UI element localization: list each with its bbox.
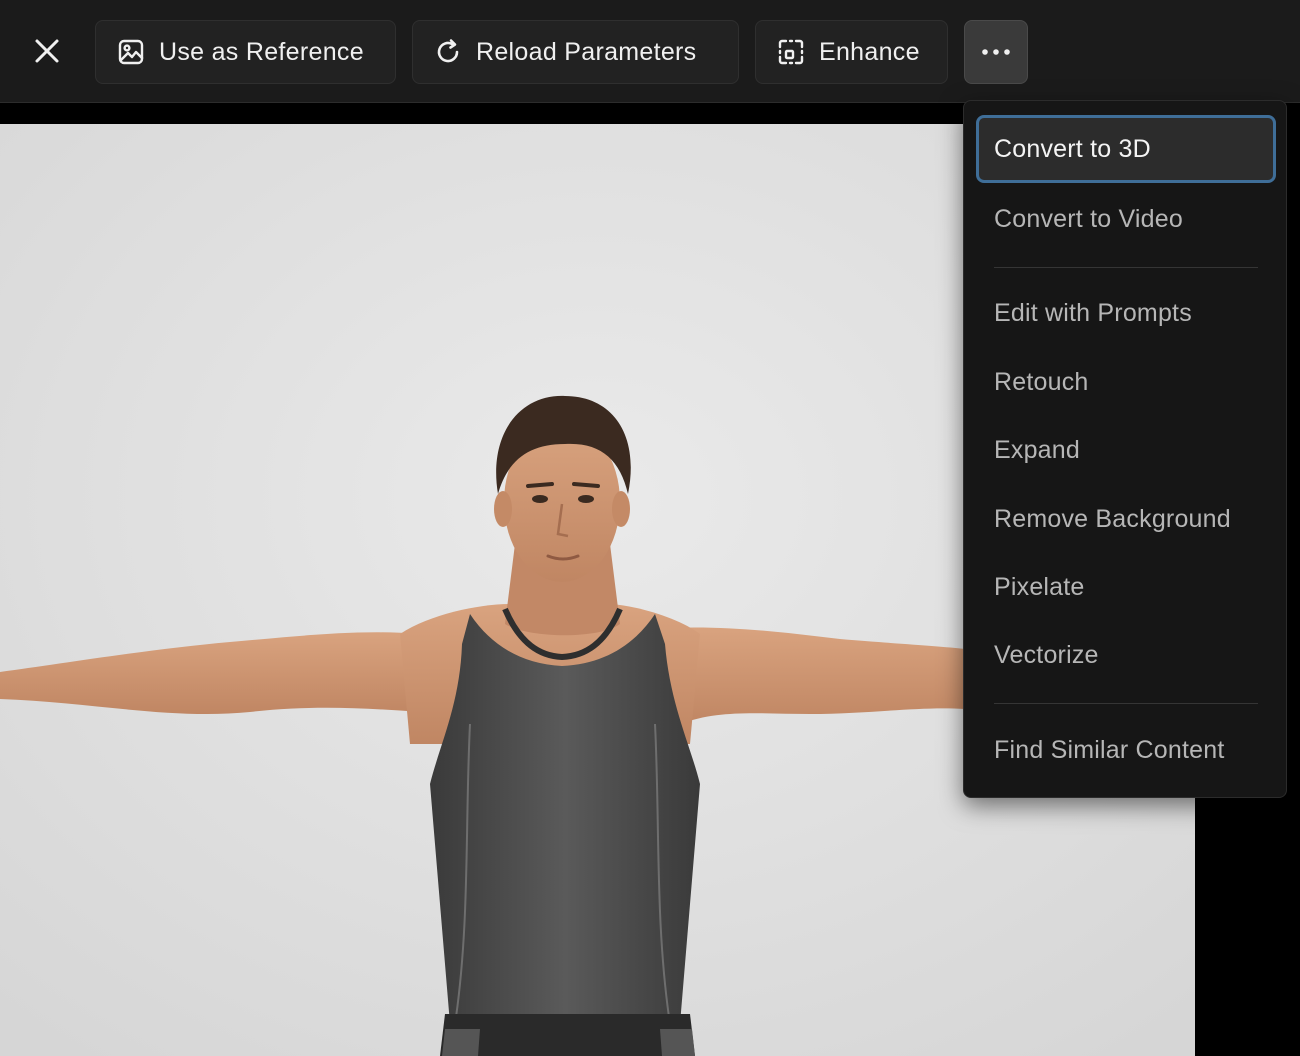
menu-item-label: Convert to 3D: [994, 134, 1151, 163]
image-icon: [116, 37, 146, 67]
use-as-reference-button[interactable]: Use as Reference: [95, 20, 396, 84]
menu-divider: [994, 267, 1258, 268]
menu-item-label: Expand: [994, 435, 1080, 464]
reload-parameters-button[interactable]: Reload Parameters: [412, 20, 739, 84]
enhance-frame-icon: [776, 37, 806, 67]
menu-item-label: Retouch: [994, 367, 1089, 396]
more-options-menu: Convert to 3D Convert to Video Edit with…: [963, 100, 1287, 798]
more-options-button[interactable]: [964, 20, 1028, 84]
enhance-button[interactable]: Enhance: [755, 20, 948, 84]
menu-item-retouch[interactable]: Retouch: [976, 348, 1276, 416]
reload-parameters-label: Reload Parameters: [476, 37, 697, 66]
menu-item-pixelate[interactable]: Pixelate: [976, 553, 1276, 621]
menu-item-convert-to-video[interactable]: Convert to Video: [976, 185, 1276, 253]
top-toolbar: Use as Reference Reload Parameters Enhan…: [0, 0, 1300, 103]
menu-item-label: Pixelate: [994, 572, 1085, 601]
menu-item-vectorize[interactable]: Vectorize: [976, 621, 1276, 689]
menu-item-find-similar-content[interactable]: Find Similar Content: [976, 716, 1276, 784]
use-as-reference-label: Use as Reference: [159, 37, 364, 66]
menu-item-label: Convert to Video: [994, 204, 1183, 233]
menu-item-label: Vectorize: [994, 640, 1099, 669]
menu-item-convert-to-3d[interactable]: Convert to 3D: [976, 115, 1276, 183]
refresh-icon: [433, 37, 463, 67]
menu-divider: [994, 703, 1258, 704]
more-horizontal-icon: [982, 49, 1010, 55]
menu-item-label: Find Similar Content: [994, 735, 1225, 764]
menu-item-label: Edit with Prompts: [994, 298, 1192, 327]
close-icon: [35, 39, 59, 63]
menu-item-remove-background[interactable]: Remove Background: [976, 485, 1276, 553]
enhance-label: Enhance: [819, 37, 920, 66]
image-viewer: Use as Reference Reload Parameters Enhan…: [0, 0, 1300, 1056]
close-button[interactable]: [24, 28, 70, 74]
menu-item-edit-with-prompts[interactable]: Edit with Prompts: [976, 279, 1276, 347]
menu-item-expand[interactable]: Expand: [976, 416, 1276, 484]
menu-item-label: Remove Background: [994, 504, 1231, 533]
